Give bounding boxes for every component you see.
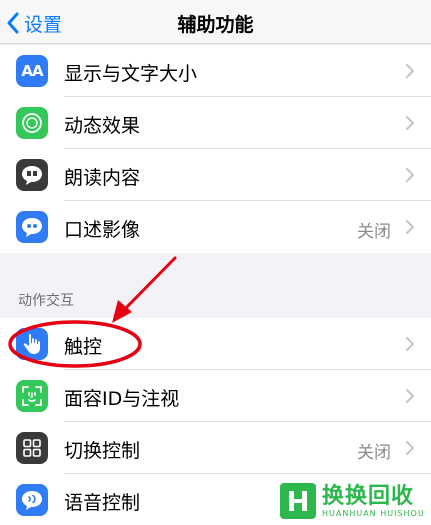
watermark-cn: 换换回收 [322,483,415,509]
h-letter-glyph [289,491,307,511]
list-item-text-size[interactable]: AA 显示与文字大小 [0,45,431,97]
chevron-right-icon [406,389,414,403]
text-size-glyph: AA [21,62,43,80]
vision-group: AA 显示与文字大小 动态效果 朗读内容 口述影像 关闭 [0,45,431,253]
audio-description-icon [16,211,48,243]
chevron-right-icon [406,64,414,78]
list-item-touch[interactable]: 触控 [0,318,431,370]
motion-glyph [22,113,42,133]
list-item-face-id[interactable]: 面容ID与注视 [0,370,431,422]
section-header: 动作交互 [18,293,74,309]
list-item-spoken-content[interactable]: 朗读内容 [0,149,431,201]
list-item-audio-description[interactable]: 口述影像 关闭 [0,201,431,253]
switch-control-icon [16,432,48,464]
watermark-logo-icon [280,483,316,519]
navigation-bar: 设置 辅助功能 [0,0,431,44]
text-size-icon: AA [16,55,48,87]
touch-hand-icon [16,328,48,360]
hand-glyph [23,334,40,354]
voice-bubble-glyph [22,491,42,510]
face-id-icon [16,380,48,412]
motion-icon [16,107,48,139]
row-label: 口述影像 [64,219,141,241]
watermark: 换换回收 HUANHUAN HUISHOU [276,477,431,525]
chevron-right-icon [406,337,414,351]
row-label: 显示与文字大小 [64,63,198,85]
list-item-switch-control[interactable]: 切换控制 关闭 [0,422,431,474]
watermark-text: 换换回收 HUANHUAN HUISHOU [322,483,425,518]
row-label: 触控 [64,336,103,358]
row-label: 面容ID与注视 [64,388,180,410]
chevron-right-icon [406,220,414,234]
voice-control-icon [16,484,48,516]
row-label: 切换控制 [64,440,141,462]
row-label: 动态效果 [64,115,141,137]
face-id-glyph [22,386,42,406]
grid-glyph [23,439,41,457]
pointer-arrow-line [118,256,177,316]
chevron-right-icon [406,116,414,130]
row-label: 语音控制 [64,492,141,514]
row-value: 关闭 [357,443,391,463]
quote-bubble-glyph [22,218,42,237]
chevron-right-icon [406,441,414,455]
chevron-right-icon [406,168,414,182]
watermark-en: HUANHUAN HUISHOU [322,508,425,518]
accessibility-screen: 设置 辅助功能 AA 显示与文字大小 动态效果 朗读内容 口述影像 关闭 动作交… [0,0,431,525]
page-title: 辅助功能 [177,14,254,36]
speech-bubble-glyph [22,166,42,185]
row-label: 朗读内容 [64,167,141,189]
row-value: 关闭 [357,222,391,242]
list-item-motion[interactable]: 动态效果 [0,97,431,149]
spoken-content-icon [16,159,48,191]
